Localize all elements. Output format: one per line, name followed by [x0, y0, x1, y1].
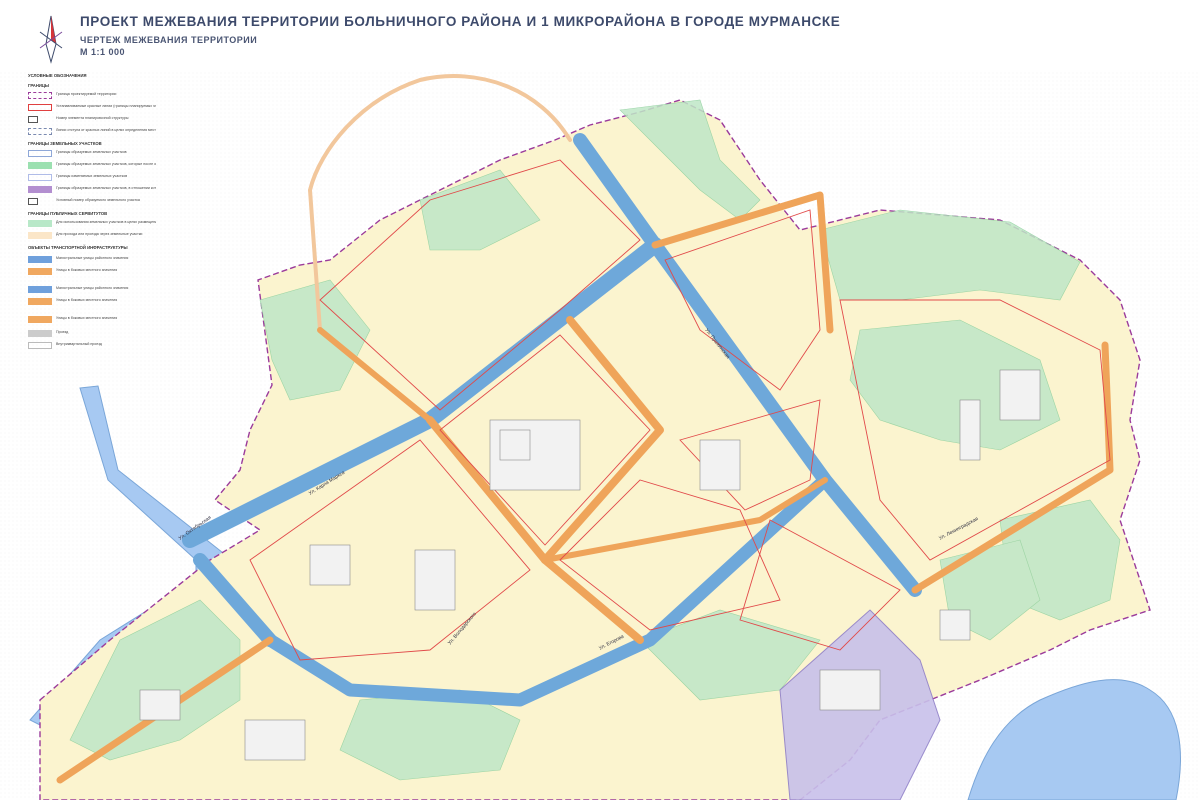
compass-logo-icon — [39, 15, 63, 64]
legend-swatch — [28, 128, 52, 135]
legend-item: Границы изменяемых земельных участков — [28, 174, 158, 183]
legend-swatch — [28, 298, 52, 305]
legend-item: Улицы в боковых местного значения — [28, 298, 158, 307]
legend-label: Границы образуемых земельных участков — [56, 150, 127, 154]
legend-label: Условный номер образуемого земельного уч… — [56, 198, 140, 202]
map-scale: М 1:1 000 — [80, 47, 126, 57]
legend-item: Для использования земельных участков в ц… — [28, 220, 158, 229]
legend-item: Границы образуемых земельных участков, в… — [28, 186, 158, 195]
legend-swatch — [28, 198, 38, 205]
legend-item: Улицы в боковых местного значения — [28, 316, 158, 325]
legend-swatch — [28, 174, 52, 181]
legend-label: Границы образуемых земельных участков, к… — [56, 162, 156, 166]
legend-swatch — [28, 286, 52, 293]
legend-section-heading: ГРАНИЦЫ ЗЕМЕЛЬНЫХ УЧАСТКОВ — [28, 141, 102, 146]
legend-label: Проезд — [56, 330, 69, 334]
legend-label: Улицы в боковых местного значения — [56, 268, 118, 272]
legend-swatch — [28, 92, 52, 99]
legend-swatch — [28, 104, 52, 111]
legend-swatch — [28, 316, 52, 323]
legend-item: Для прохода или проезда через земельные … — [28, 232, 158, 241]
legend-label: Границы образуемых земельных участков, в… — [56, 186, 156, 190]
legend-item: Граница проектируемой территории — [28, 92, 158, 101]
legend-label: Граница проектируемой территории — [56, 92, 117, 96]
map-subtitle: ЧЕРТЕЖ МЕЖЕВАНИЯ ТЕРРИТОРИИ — [80, 35, 258, 45]
legend-label: Для использования земельных участков в ц… — [56, 220, 156, 224]
legend-label: Улицы в боковых местного значения — [56, 316, 118, 320]
legend-swatch — [28, 150, 52, 157]
legend-item: Номер элемента планировочной структуры — [28, 116, 158, 125]
legend-label: Магистральные улицы районного значения — [56, 256, 129, 260]
legend-item: Магистральные улицы районного значения — [28, 286, 158, 295]
legend-label: Для прохода или проезда через земельные … — [56, 232, 143, 236]
legend-item: Устанавливаемые красные линии (границы п… — [28, 104, 158, 113]
legend-swatch — [28, 220, 52, 227]
legend-swatch — [28, 256, 52, 263]
map-legend: УСЛОВНЫЕ ОБОЗНАЧЕНИЯ ГРАНИЦЫ Граница про… — [28, 73, 158, 386]
legend-label: Магистральные улицы районного значения — [56, 286, 129, 290]
legend-item: Магистральные улицы районного значения — [28, 256, 158, 265]
legend-label: Границы изменяемых земельных участков — [56, 174, 128, 178]
legend-label: Номер элемента планировочной структуры — [56, 116, 129, 120]
legend-swatch — [28, 232, 52, 239]
legend-swatch — [28, 162, 52, 169]
legend-label: Внутриквартальный проезд — [56, 342, 102, 346]
map-header: ПРОЕКТ МЕЖЕВАНИЯ ТЕРРИТОРИИ БОЛЬНИЧНОГО … — [28, 8, 840, 70]
legend-label: Линии отступа от красных линий в целях о… — [56, 128, 156, 132]
legend-section-heading: ГРАНИЦЫ ПУБЛИЧНЫХ СЕРВИТУТОВ — [28, 211, 108, 216]
legend-item: Условный номер образуемого земельного уч… — [28, 198, 158, 207]
legend-item: Линии отступа от красных линий в целях о… — [28, 128, 158, 137]
page-title: ПРОЕКТ МЕЖЕВАНИЯ ТЕРРИТОРИИ БОЛЬНИЧНОГО … — [80, 14, 841, 29]
territory-map[interactable]: Ул. Карла Маркса Ул. Пушкинская Ул. Воло… — [0, 0, 1200, 800]
legend-swatch — [28, 116, 38, 123]
legend-item: Границы образуемых земельных участков — [28, 150, 158, 159]
legend-swatch — [28, 330, 52, 337]
legend-item: Улицы в боковых местного значения — [28, 268, 158, 277]
legend-title: УСЛОВНЫЕ ОБОЗНАЧЕНИЯ — [28, 73, 87, 78]
legend-label: Устанавливаемые красные линии (границы п… — [56, 104, 156, 108]
legend-item: Внутриквартальный проезд — [28, 342, 158, 351]
legend-section-heading: ГРАНИЦЫ — [28, 83, 50, 88]
legend-swatch — [28, 268, 52, 275]
legend-section-heading: ОБЪЕКТЫ ТРАНСПОРТНОЙ ИНФРАСТРУКТУРЫ — [28, 245, 128, 250]
legend-swatch — [28, 342, 52, 349]
legend-swatch — [28, 186, 52, 193]
legend-item: Проезд — [28, 330, 158, 339]
legend-label: Улицы в боковых местного значения — [56, 298, 118, 302]
legend-item: Границы образуемых земельных участков, к… — [28, 162, 158, 171]
